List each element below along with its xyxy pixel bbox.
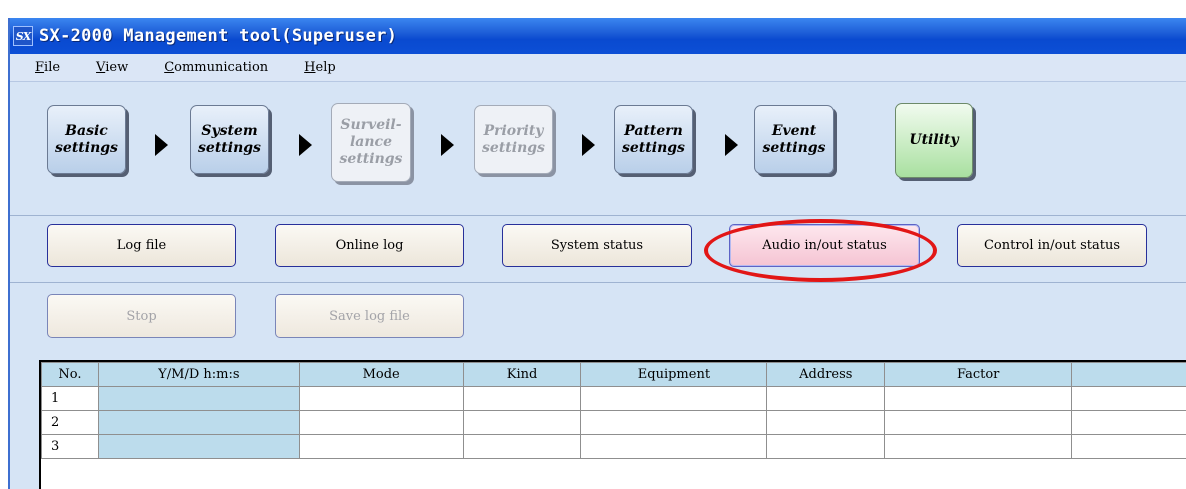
utility-function-bar: Log file Online log System status Audio … [10, 217, 1186, 283]
column-header[interactable]: Kind [462, 362, 582, 387]
window-title: SX-2000 Management tool(Superuser) [39, 26, 398, 46]
table-row[interactable]: 1 [41, 386, 1186, 411]
menu-communication[interactable]: Communication [164, 60, 268, 75]
highlight-annotation [704, 219, 937, 282]
menu-help-label: elp [315, 60, 336, 75]
step-utility[interactable]: Utility [895, 103, 973, 178]
step-pattern-settings[interactable]: Pattern settings [614, 105, 693, 174]
table-cell[interactable] [766, 386, 886, 411]
column-header[interactable]: Y/M/D h:m:s [97, 362, 300, 387]
title-bar[interactable]: SX SX-2000 Management tool(Superuser) [10, 18, 1186, 54]
step-basic-settings[interactable]: Basic settings [47, 105, 126, 174]
table-cell[interactable] [766, 410, 886, 435]
table-row[interactable]: 2 [41, 410, 1186, 435]
stop-button[interactable]: Stop [47, 294, 236, 338]
app-window: SX SX-2000 Management tool(Superuser) Fi… [8, 18, 1186, 489]
step-arrow-icon [725, 134, 738, 156]
row-number: 2 [41, 410, 99, 435]
table-cell[interactable] [298, 386, 464, 411]
menu-help[interactable]: Help [304, 60, 336, 75]
log-action-bar: Stop Save log file [10, 284, 1186, 359]
column-header[interactable]: Address [766, 362, 886, 387]
table-cell[interactable] [884, 434, 1073, 459]
column-header[interactable]: Factor [884, 362, 1073, 387]
menu-communication-label: ommunication [174, 60, 269, 75]
table-cell[interactable] [580, 434, 768, 459]
table-cell[interactable] [462, 386, 582, 411]
table-cell[interactable] [884, 410, 1073, 435]
table-cell[interactable] [884, 386, 1073, 411]
table-cell[interactable] [462, 434, 582, 459]
menu-view-label: iew [105, 60, 129, 75]
table-cell[interactable] [298, 434, 464, 459]
menu-view[interactable]: View [96, 60, 128, 75]
column-header[interactable]: No. [41, 362, 99, 387]
step-priority-settings[interactable]: Priority settings [474, 105, 553, 174]
table-cell[interactable] [462, 410, 582, 435]
table-cell[interactable] [766, 434, 886, 459]
log-table: No. Y/M/D h:m:s Mode Kind Equipment Addr… [39, 360, 1186, 489]
step-arrow-icon [299, 134, 312, 156]
column-header[interactable] [1071, 362, 1186, 387]
step-arrow-icon [582, 134, 595, 156]
row-number: 3 [41, 434, 99, 459]
menu-view-accel: V [96, 60, 106, 75]
save-log-file-button[interactable]: Save log file [275, 294, 464, 338]
table-cell[interactable] [580, 410, 768, 435]
table-cell[interactable] [1071, 410, 1186, 435]
table-cell[interactable] [97, 386, 300, 411]
table-cell[interactable] [97, 434, 300, 459]
column-header[interactable]: Equipment [580, 362, 768, 387]
control-in-out-status-button[interactable]: Control in/out status [957, 224, 1147, 267]
online-log-button[interactable]: Online log [275, 224, 464, 267]
step-arrow-icon [441, 134, 454, 156]
table-cell[interactable] [298, 410, 464, 435]
menu-file[interactable]: File [35, 60, 60, 75]
table-cell[interactable] [97, 410, 300, 435]
system-status-button[interactable]: System status [502, 224, 692, 267]
table-cell[interactable] [1071, 386, 1186, 411]
menu-file-label: ile [44, 60, 61, 75]
step-navigation: Basic settings System settings Surveil- … [10, 83, 1186, 216]
column-header[interactable]: Mode [298, 362, 464, 387]
menu-help-accel: H [304, 60, 316, 75]
table-header-row: No. Y/M/D h:m:s Mode Kind Equipment Addr… [41, 362, 1186, 387]
table-row[interactable]: 3 [41, 434, 1186, 459]
step-arrow-icon [155, 134, 168, 156]
step-surveillance-settings[interactable]: Surveil- lance settings [331, 103, 411, 182]
table-cell[interactable] [1071, 434, 1186, 459]
menu-bar: File View Communication Help [10, 54, 1186, 82]
log-file-button[interactable]: Log file [47, 224, 236, 267]
table-cell[interactable] [580, 386, 768, 411]
step-event-settings[interactable]: Event settings [754, 105, 834, 174]
menu-communication-accel: C [164, 60, 175, 75]
app-logo-icon: SX [13, 26, 33, 46]
step-system-settings[interactable]: System settings [190, 105, 269, 174]
menu-file-accel: F [35, 60, 45, 75]
row-number: 1 [41, 386, 99, 411]
